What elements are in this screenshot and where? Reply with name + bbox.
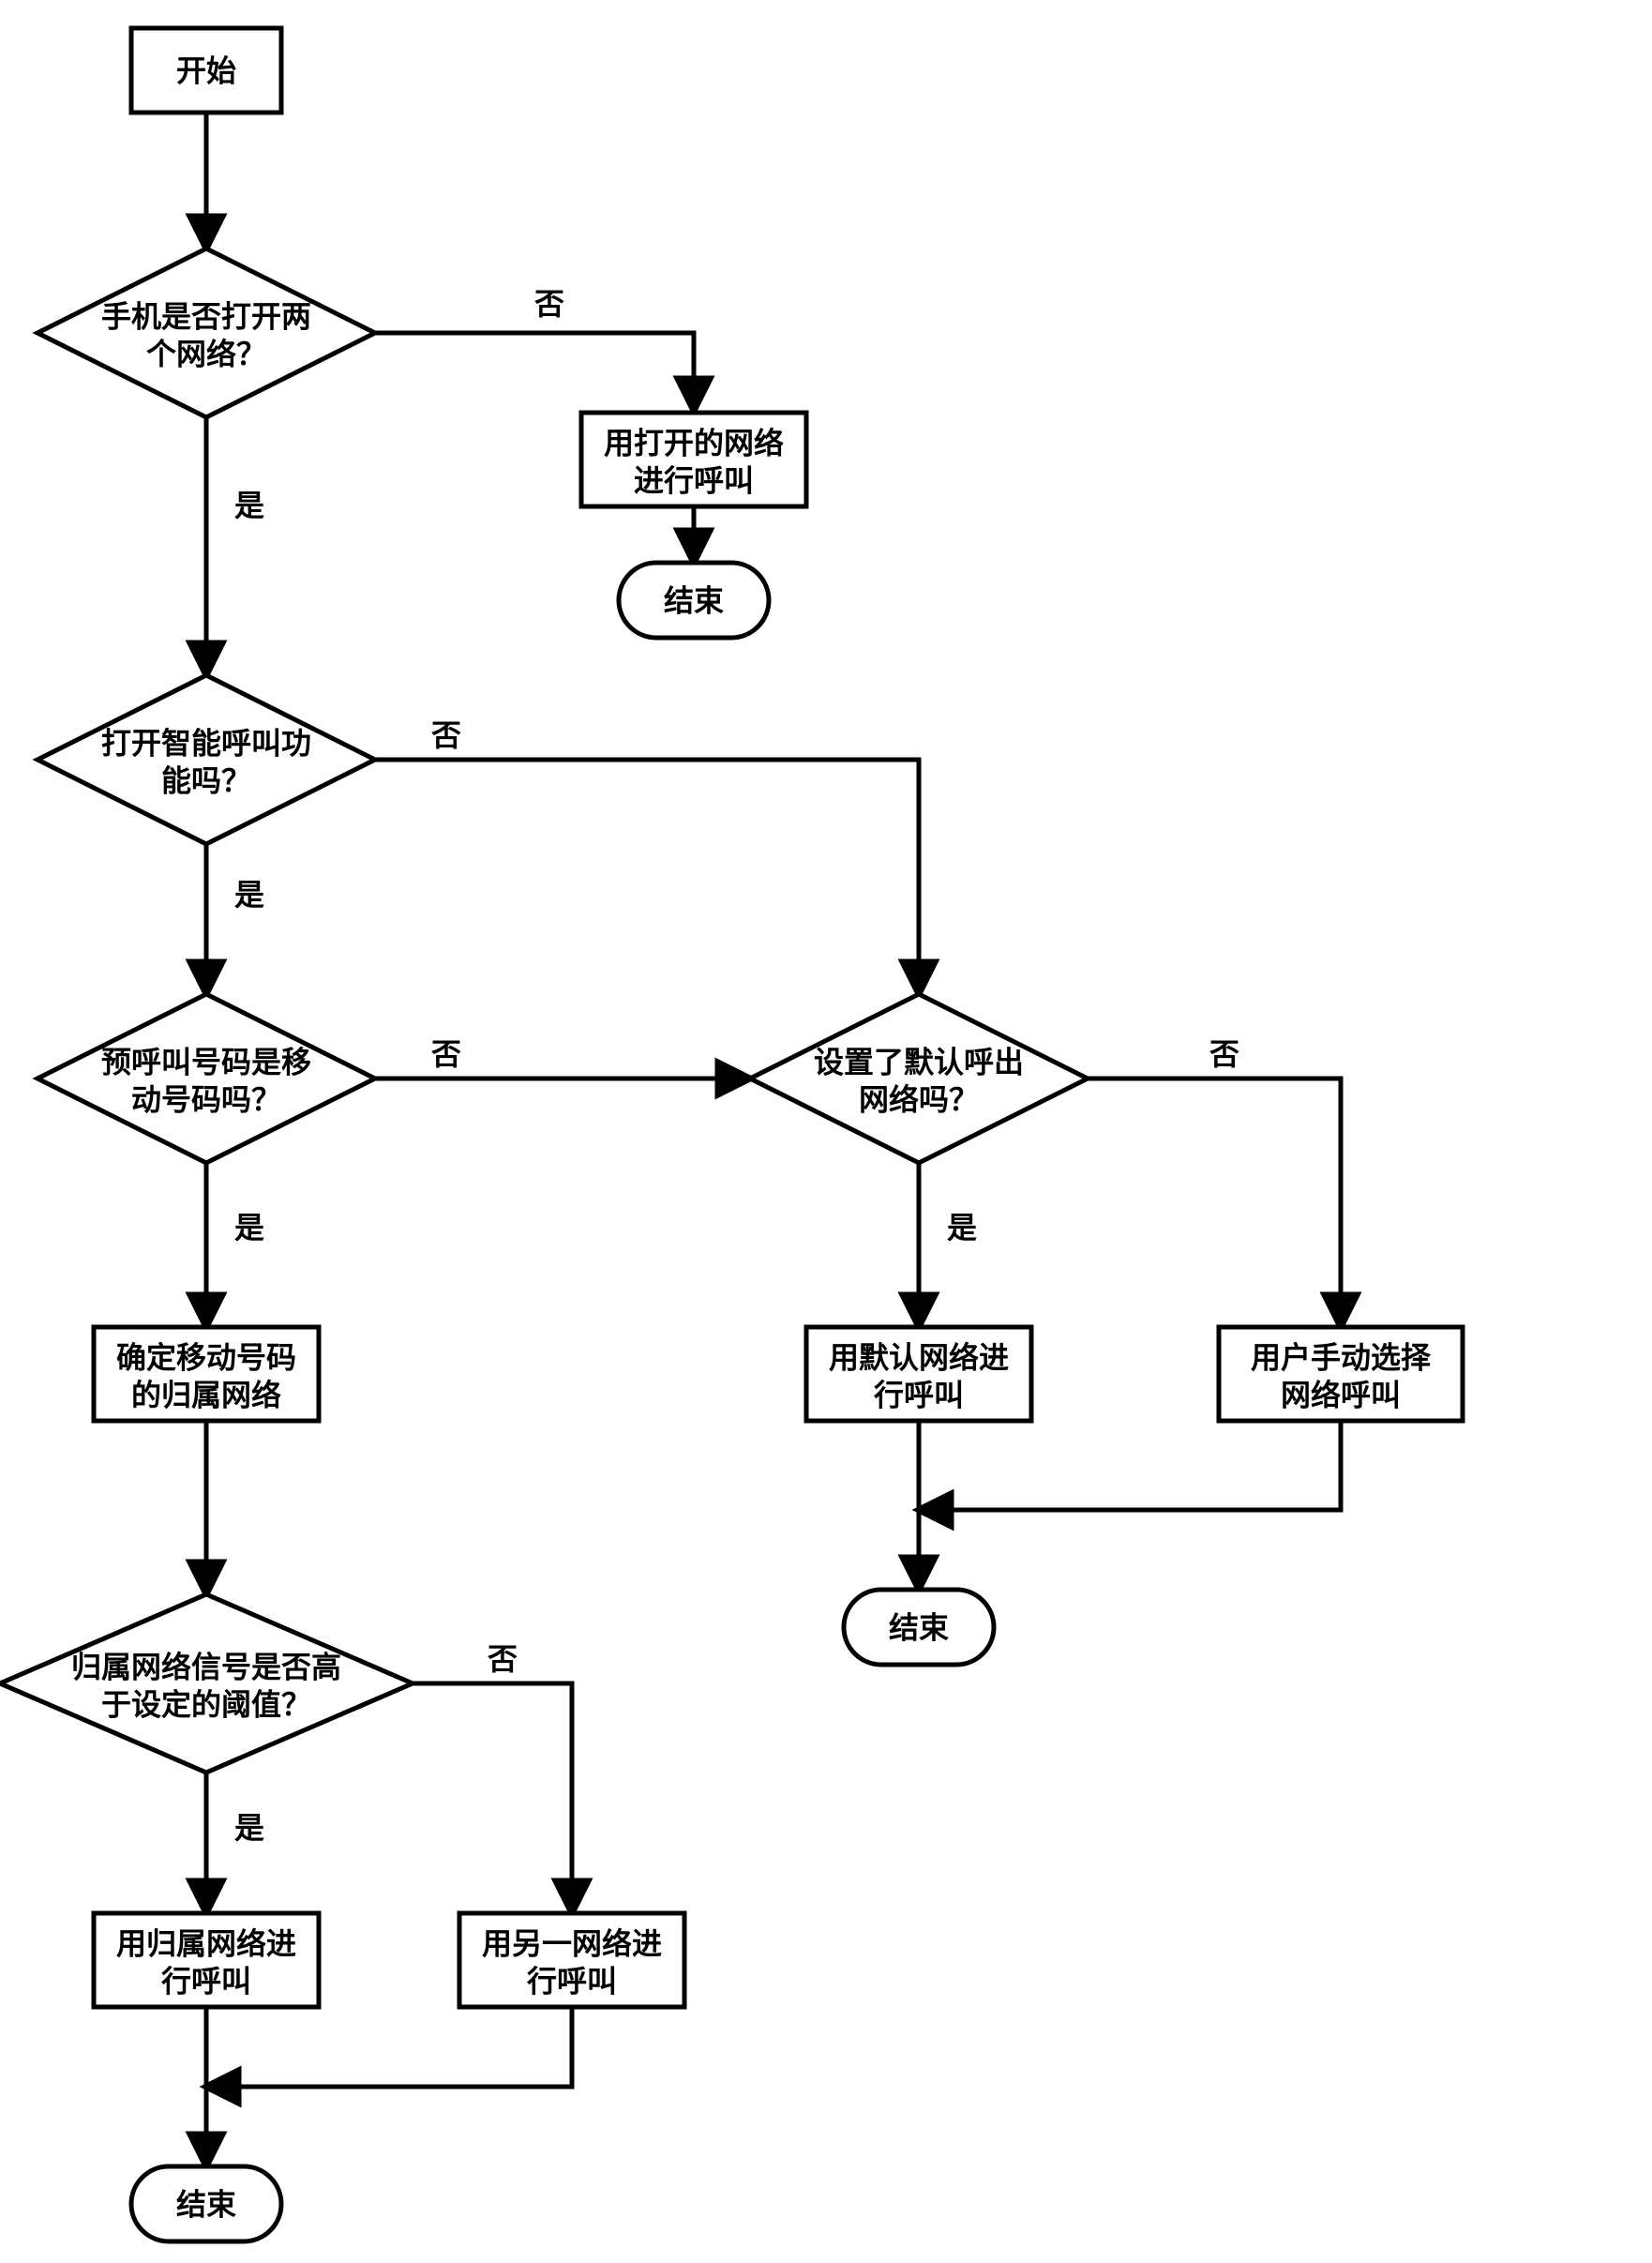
node-determine-home-network: 确定移动号码 的归属网络	[94, 1327, 319, 1421]
d5-line1: 归属网络信号是否高	[71, 1650, 341, 1683]
node-end-3: 结束	[131, 2166, 281, 2241]
node-decision-signal-threshold: 归属网络信号是否高 于设定的阈值？	[0, 1594, 413, 1773]
pm-line2: 网络呼叫	[1281, 1378, 1401, 1411]
d4-line1: 设置了默认呼出	[814, 1045, 1024, 1079]
node-decision-is-mobile: 预呼叫号码是移 动号码吗？	[38, 994, 375, 1163]
ph-line1: 确定移动号码	[116, 1340, 296, 1374]
node-manual-select: 用户手动选择 网络呼叫	[1219, 1327, 1463, 1421]
d2-no-label: 否	[431, 718, 461, 752]
edge-d2-no	[375, 760, 919, 994]
start-label: 开始	[176, 53, 236, 87]
node-decision-both-networks: 手机是否打开两 个网络？	[38, 249, 375, 417]
node-use-home-network: 用归属网络进 行呼叫	[94, 1913, 319, 2007]
node-end-1: 结束	[619, 563, 769, 638]
node-end-2: 结束	[844, 1590, 994, 1665]
end2-label: 结束	[889, 1610, 949, 1644]
edge-puo-merge	[206, 2007, 572, 2087]
puo-line2: 行呼叫	[527, 1964, 617, 1998]
ph-line2: 的归属网络	[131, 1378, 281, 1411]
d5-no-label: 否	[488, 1642, 518, 1676]
end3-label: 结束	[176, 2187, 236, 2221]
d3-no-label: 否	[431, 1037, 461, 1071]
d2-line2: 能吗？	[161, 763, 251, 797]
puh-line1: 用归属网络进	[116, 1926, 296, 1960]
puh-line2: 行呼叫	[161, 1964, 251, 1998]
edge-d4-no	[1088, 1079, 1341, 1327]
node-start: 开始	[131, 28, 281, 113]
d1-no-label: 否	[534, 287, 564, 321]
pd-line1: 用默认网络进	[829, 1340, 1009, 1374]
d1-line1: 手机是否打开两	[101, 299, 311, 333]
node-use-other-network: 用另一网络进 行呼叫	[459, 1913, 684, 2007]
pd-line2: 行呼叫	[874, 1378, 964, 1411]
po-line1: 用打开的网络	[604, 426, 784, 460]
node-use-open-network: 用打开的网络 进行呼叫	[581, 413, 806, 506]
end1-label: 结束	[664, 583, 724, 617]
node-decision-smart-call: 打开智能呼叫功 能吗？	[38, 675, 375, 844]
d3-line1: 预呼叫号码是移	[101, 1045, 311, 1079]
node-decision-default-out: 设置了默认呼出 网络吗？	[750, 994, 1088, 1163]
d5-line2: 于设定的阈值？	[101, 1687, 311, 1721]
d2-line1: 打开智能呼叫功	[101, 726, 311, 760]
po-line2: 进行呼叫	[634, 463, 754, 497]
d2-yes-label: 是	[234, 878, 264, 912]
d1-yes-label: 是	[234, 489, 264, 522]
d4-line2: 网络吗？	[859, 1082, 979, 1116]
flowchart-diagram: 开始 手机是否打开两 个网络？ 否 用打开的网络 进行呼叫 结束 是 打开智能呼…	[0, 0, 1652, 2263]
d5-yes-label: 是	[234, 1811, 264, 1845]
edge-pm-merge	[919, 1421, 1341, 1510]
d1-line2: 个网络？	[146, 337, 266, 370]
d3-yes-label: 是	[234, 1211, 264, 1245]
node-use-default-network: 用默认网络进 行呼叫	[806, 1327, 1031, 1421]
pm-line1: 用户手动选择	[1251, 1340, 1432, 1374]
puo-line1: 用另一网络进	[482, 1926, 662, 1960]
edge-d5-no	[413, 1683, 572, 1913]
d4-yes-label: 是	[947, 1211, 977, 1245]
d4-no-label: 否	[1209, 1037, 1239, 1071]
edge-d1-no	[375, 333, 694, 411]
d3-line2: 动号码吗？	[131, 1082, 281, 1116]
